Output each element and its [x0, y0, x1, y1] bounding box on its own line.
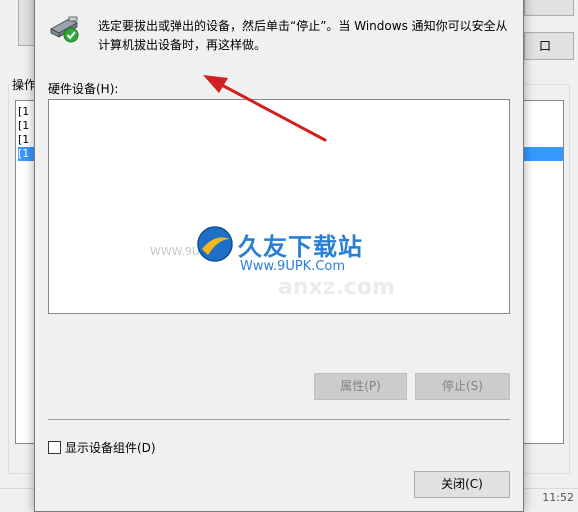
properties-button[interactable]: 属性(P) [314, 373, 407, 400]
show-components-row[interactable]: 显示设备组件(D) [48, 439, 156, 456]
usb-device-check-icon [49, 16, 79, 43]
background-button-top-right[interactable] [524, 0, 574, 16]
background-button-right[interactable]: 口 [524, 32, 574, 60]
status-time: 11:52 [542, 491, 574, 504]
close-button[interactable]: 关闭(C) [414, 471, 510, 498]
stop-button[interactable]: 停止(S) [415, 373, 510, 400]
background-button-right-label: 口 [539, 39, 552, 53]
hardware-devices-label: 硬件设备(H): [48, 82, 119, 96]
instruction-text: 选定要拔出或弹出的设备，然后单击“停止”。当 Windows 通知你可以安全从计… [98, 19, 508, 52]
show-components-checkbox[interactable] [48, 441, 61, 454]
safely-remove-hardware-dialog: 选定要拔出或弹出的设备，然后单击“停止”。当 Windows 通知你可以安全从计… [34, 0, 524, 512]
hardware-devices-list[interactable] [48, 99, 510, 314]
show-components-label[interactable]: 显示设备组件(D) [65, 439, 156, 456]
separator [48, 419, 510, 420]
